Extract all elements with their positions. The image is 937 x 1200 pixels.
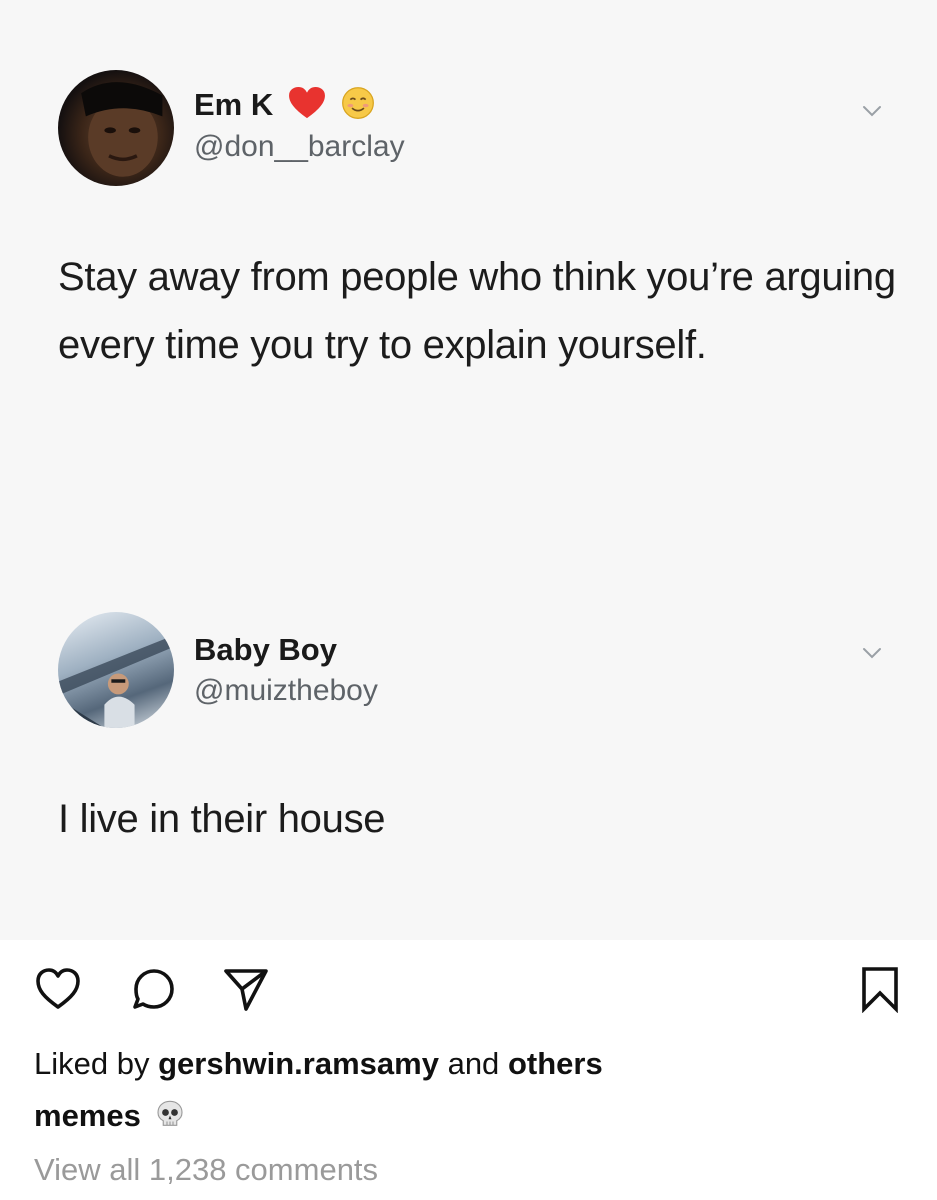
heart-icon[interactable] [34, 965, 82, 1013]
chevron-down-icon[interactable] [859, 640, 885, 666]
action-bar [0, 965, 937, 1015]
bookmark-icon[interactable] [856, 965, 904, 1013]
caption-username[interactable]: memes [34, 1098, 141, 1133]
avatar [58, 612, 174, 728]
liked-by-others-link[interactable]: others [508, 1046, 603, 1081]
red-heart-icon [288, 86, 326, 128]
smiling-blush-face-icon [341, 86, 375, 128]
avatar [58, 70, 174, 186]
view-all-comments-link[interactable]: View all 1,238 comments [34, 1152, 378, 1188]
handle: @don__barclay [194, 130, 405, 163]
display-name: Em K [194, 86, 375, 128]
handle: @muiztheboy [194, 674, 378, 707]
display-name: Baby Boy [194, 632, 337, 667]
tweet-text: I live in their house [58, 797, 386, 841]
profile-photo [81, 82, 163, 177]
caption: memes [34, 1098, 185, 1137]
post-image[interactable]: Em K @don__barclay Stay away from people… [0, 0, 937, 940]
liked-by-user-link[interactable]: gershwin.ramsamy [158, 1046, 439, 1081]
likes-summary: Liked by gershwin.ramsamy and others [34, 1046, 603, 1081]
chevron-down-icon[interactable] [859, 98, 885, 124]
tweet-text: Stay away from people who think you’re a… [58, 255, 896, 367]
skull-icon [155, 1099, 185, 1137]
comment-bubble-icon[interactable] [130, 965, 178, 1013]
profile-photo [58, 635, 174, 728]
send-icon[interactable] [222, 965, 270, 1013]
